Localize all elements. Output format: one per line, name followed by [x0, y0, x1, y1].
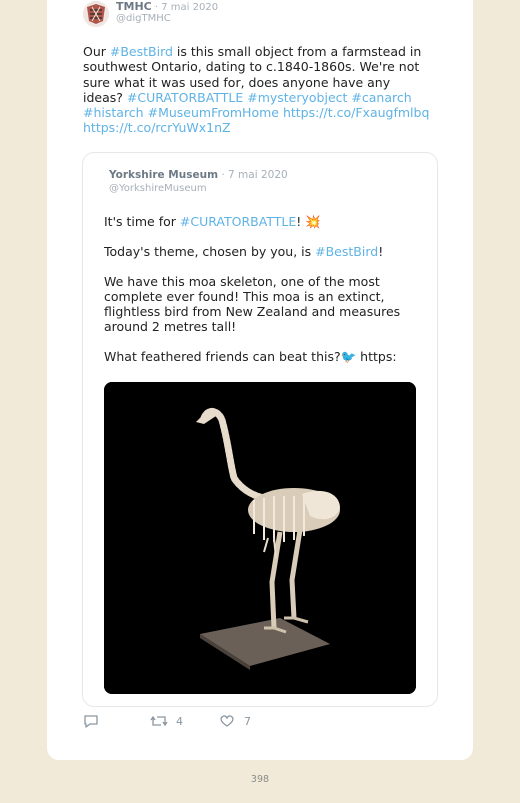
author-handle[interactable]: @digTMHC — [116, 13, 171, 24]
quoted-author-name[interactable]: Yorkshire Museum · 7 mai 2020 — [109, 169, 288, 181]
text-span: ! — [378, 244, 384, 259]
text-span: ! 💥 — [296, 214, 321, 229]
quoted-paragraph: Today's theme, chosen by you, is #BestBi… — [104, 244, 404, 259]
retweet-count: 4 — [176, 714, 183, 728]
hashtag-link[interactable]: #canarch — [351, 90, 411, 105]
tweet-text: Our #BestBird is this small object from … — [83, 44, 433, 136]
text-span: It's time for — [104, 214, 180, 229]
retweet-icon — [150, 715, 168, 727]
moa-skeleton-illustration — [104, 382, 416, 694]
quoted-paragraph: We have this moa skeleton, one of the mo… — [104, 274, 401, 334]
quoted-tweet[interactable]: Yorkshire Museum · 7 mai 2020 @Yorkshire… — [82, 152, 438, 707]
hashtag-link[interactable]: #BestBird — [315, 244, 378, 259]
tmhc-logo-icon — [83, 1, 109, 27]
tweet-date[interactable]: · 7 mai 2020 — [152, 2, 218, 13]
hashtag-link[interactable]: #histarch — [83, 105, 144, 120]
url-link[interactable]: https://t.co/Fxaugfmlbq — [283, 105, 429, 120]
hashtag-link[interactable]: #mysteryobject — [247, 90, 347, 105]
author-name[interactable]: TMHC · 7 mai 2020 — [116, 0, 218, 13]
hashtag-link[interactable]: #CURATORBATTLE — [180, 214, 296, 229]
like-count: 7 — [244, 714, 251, 728]
url-link[interactable]: https://t.co/rcrYuWx1nZ — [83, 120, 231, 135]
moa-skeleton-image[interactable] — [104, 382, 416, 694]
quoted-handle[interactable]: @YorkshireMuseum — [109, 183, 207, 194]
quoted-paragraph: What feathered friends can beat this?🐦 h… — [104, 349, 397, 364]
reply-icon — [84, 715, 98, 728]
like-button[interactable]: 7 — [219, 714, 251, 728]
reply-button[interactable] — [83, 714, 99, 728]
text-span: Today's theme, chosen by you, is — [104, 244, 316, 259]
hashtag-link[interactable]: #MuseumFromHome — [148, 105, 279, 120]
author-display-name[interactable]: TMHC — [116, 0, 152, 13]
hashtag-link[interactable]: #BestBird — [110, 44, 173, 59]
retweet-button[interactable]: 4 — [150, 714, 183, 728]
hashtag-link[interactable]: #CURATORBATTLE — [127, 90, 243, 105]
quoted-display-name[interactable]: Yorkshire Museum — [109, 169, 218, 181]
quoted-paragraph: It's time for #CURATORBATTLE! 💥 — [104, 214, 404, 229]
avatar[interactable] — [83, 1, 109, 27]
heart-icon — [220, 715, 234, 727]
quoted-date[interactable]: · 7 mai 2020 — [218, 169, 287, 181]
text-span: Our — [83, 44, 110, 59]
quoted-text: It's time for #CURATORBATTLE! 💥 Today's … — [104, 214, 404, 379]
page-number: 398 — [250, 774, 270, 785]
